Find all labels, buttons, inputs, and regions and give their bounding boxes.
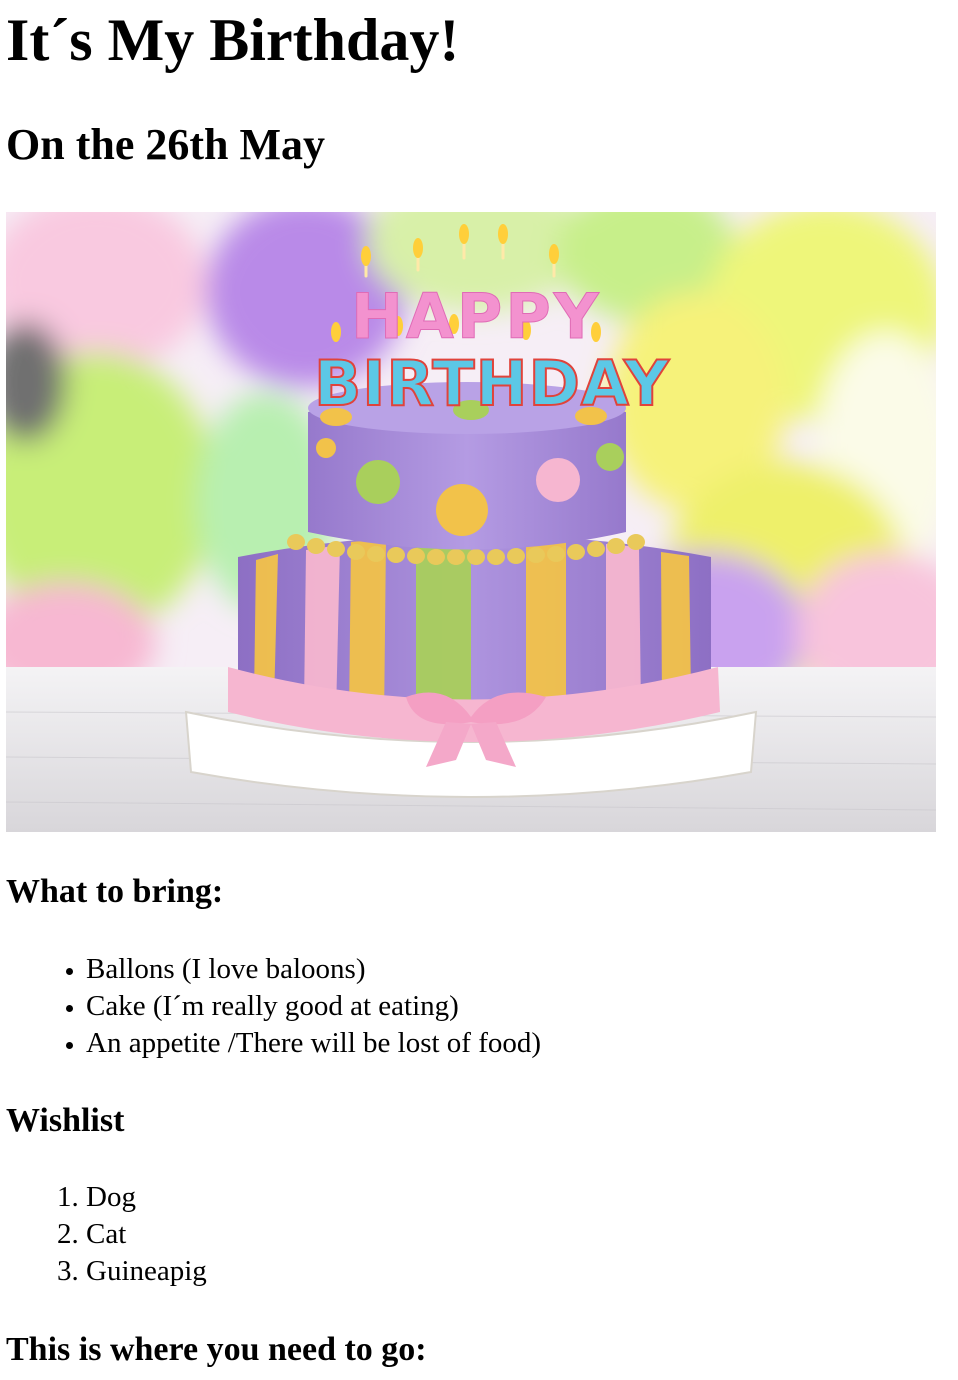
page-subtitle: On the 26th May [6,120,325,169]
candle-text-happy: HAPPY [351,280,602,353]
cake-illustration: HAPPY BIRTHDAY [6,212,936,832]
directions-heading: This is where you need to go: [6,1331,427,1368]
list-item: Dog [86,1179,207,1216]
list-item: Ballons (I love baloons) [86,951,541,988]
page-title: It´s My Birthday! [6,7,460,73]
wishlist-heading: Wishlist [6,1102,125,1139]
list-item: Cat [86,1216,207,1253]
list-item: An appetite /There will be lost of food) [86,1025,541,1062]
list-item: Guineapig [86,1253,207,1290]
list-item: Cake (I´m really good at eating) [86,988,541,1025]
birthday-cake-image: HAPPY BIRTHDAY [6,212,936,832]
bring-list: Ballons (I love baloons) Cake (I´m reall… [6,951,541,1062]
wishlist-list: Dog Cat Guineapig [6,1179,207,1290]
candle-text-birthday: BIRTHDAY [314,347,670,420]
bring-heading: What to bring: [6,873,224,910]
